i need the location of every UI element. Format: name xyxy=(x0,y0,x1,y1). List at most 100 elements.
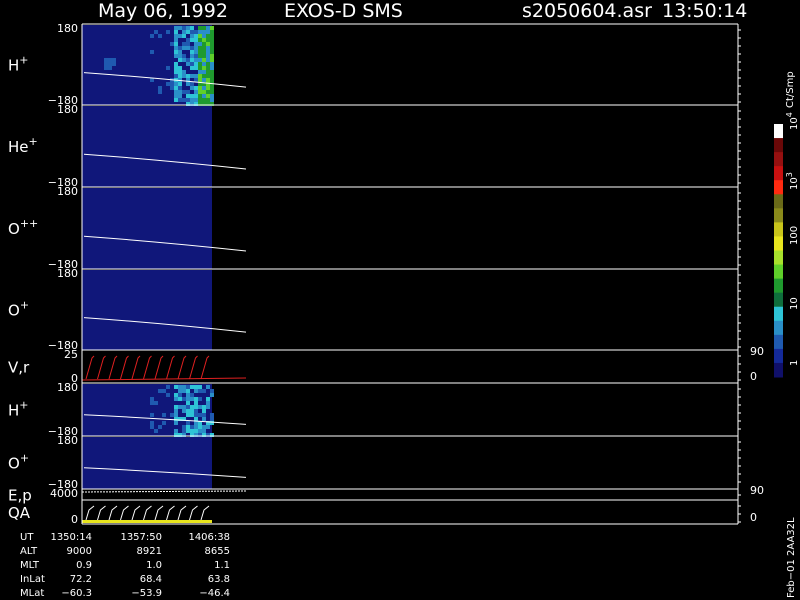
colorbar-swatch xyxy=(774,292,783,308)
spectrogram-pixel xyxy=(174,429,178,433)
panel-label: O++ xyxy=(8,217,38,238)
spectrogram-pixel xyxy=(206,66,210,70)
spectrogram-pixel xyxy=(104,66,108,70)
spectrogram-pixel xyxy=(182,26,186,30)
spectrogram-pixel xyxy=(206,385,210,389)
spectrogram-pixel xyxy=(158,90,162,94)
spectrogram-pixel xyxy=(194,389,198,393)
spectrogram-pixel xyxy=(198,26,202,30)
spectrogram-pixel xyxy=(190,34,194,38)
spectrogram-pixel xyxy=(178,54,182,58)
spectrogram-pixel xyxy=(206,74,210,78)
spectrogram-pixel xyxy=(194,425,198,429)
panel-label: O+ xyxy=(8,452,29,473)
spectrogram-pixel xyxy=(174,46,178,50)
spectrogram-pixel xyxy=(174,66,178,70)
spectrogram-pixel xyxy=(206,86,210,90)
spectrogram-pixel xyxy=(170,82,174,86)
footer-value: 63.8 xyxy=(208,574,230,585)
colorbar-swatch xyxy=(774,180,783,195)
spectrogram-pixel xyxy=(174,30,178,34)
footer-value: −46.4 xyxy=(199,588,230,599)
spectrogram-pixel xyxy=(190,393,194,397)
spectrogram-pixel xyxy=(206,401,210,405)
spectrogram-pixel xyxy=(174,70,178,74)
spectrogram-pixel xyxy=(198,413,202,417)
footer-value: 68.4 xyxy=(140,574,162,585)
spectrogram-pixel xyxy=(174,38,178,42)
spectrogram-pixel xyxy=(194,66,198,70)
colorbar-swatch xyxy=(774,320,783,336)
panel-2: He+180−180 xyxy=(8,103,741,189)
right-tick-top: 90 xyxy=(750,345,764,358)
spectrogram-pixel xyxy=(210,42,214,46)
spectrogram-pixel xyxy=(182,46,186,50)
panel-label: QA xyxy=(8,504,31,522)
spectrogram-pixel xyxy=(186,409,190,413)
spectrogram-pixel xyxy=(154,429,158,433)
spectrogram-pixel xyxy=(202,50,206,54)
spectrogram-pixel xyxy=(182,42,186,46)
spectrogram-pixel xyxy=(162,421,166,425)
panel-label: E,p xyxy=(8,487,32,505)
spectrogram-pixel xyxy=(198,58,202,62)
spectrogram-pixel xyxy=(194,38,198,42)
spectrogram-pixel xyxy=(170,42,174,46)
spectrogram-pixel xyxy=(210,393,214,397)
spectrogram-pixel xyxy=(198,86,202,90)
spectrogram-pixel xyxy=(186,393,190,397)
spectrogram-pixel xyxy=(190,54,194,58)
colorbar-tick: 10 xyxy=(789,297,800,310)
spectrogram-pixel xyxy=(190,82,194,86)
spectrogram-pixel xyxy=(202,98,206,102)
spectrogram-pixel xyxy=(182,429,186,433)
footer-value: 8655 xyxy=(205,546,230,557)
spectrogram-pixel xyxy=(182,90,186,94)
panel-5: V,r250900 xyxy=(8,345,764,385)
spectrogram-pixel xyxy=(194,94,198,98)
right-tick-bottom: 0 xyxy=(750,511,757,524)
y-tick-max: 180 xyxy=(57,267,78,280)
spectrogram-pixel xyxy=(198,74,202,78)
spectrogram-pixel xyxy=(198,50,202,54)
spectrogram-pixel xyxy=(108,62,112,66)
spectrogram-pixel xyxy=(190,46,194,50)
spectrogram-pixel xyxy=(150,34,154,38)
spectrogram-pixel xyxy=(178,46,182,50)
spectrogram-pixel xyxy=(186,425,190,429)
spectrogram-pixel xyxy=(186,82,190,86)
spectrogram-pixel xyxy=(182,58,186,62)
spectrogram-pixel xyxy=(194,405,198,409)
colorbar-swatch xyxy=(774,334,783,350)
spectrogram-pixel xyxy=(104,58,108,62)
colorbar-swatch xyxy=(774,152,783,167)
spectrogram-pixel xyxy=(194,50,198,54)
spectrogram-pixel xyxy=(210,62,214,66)
spectrogram-pixel xyxy=(158,86,162,90)
spectrogram-pixel xyxy=(186,405,190,409)
spectrogram-pixel xyxy=(158,34,162,38)
spectrogram-pixel xyxy=(206,405,210,409)
spectrogram-pixel xyxy=(178,90,182,94)
spectrogram-pixel xyxy=(150,413,154,417)
spectrogram-pixel xyxy=(190,405,194,409)
spectrogram-pixel xyxy=(194,417,198,421)
spectrogram-pixel xyxy=(210,46,214,50)
spectrogram-pixel xyxy=(182,389,186,393)
y-tick-max: 180 xyxy=(57,381,78,394)
spectrogram-pixel xyxy=(186,58,190,62)
colorbar-tick: 1 xyxy=(789,360,800,366)
spectrogram-pixel xyxy=(178,50,182,54)
colorbar-swatch xyxy=(774,194,783,209)
spectrogram-pixel xyxy=(174,54,178,58)
panel-6: H+180−180 xyxy=(8,381,741,438)
spectrogram-pixel xyxy=(202,94,206,98)
spectrogram-pixel xyxy=(202,34,206,38)
spectrogram-pixel xyxy=(186,385,190,389)
spectrogram-pixel xyxy=(190,30,194,34)
spectrogram-background xyxy=(82,106,212,187)
spectrogram-pixel xyxy=(202,62,206,66)
spectrogram-pixel xyxy=(202,38,206,42)
spectrogram-pixel xyxy=(186,46,190,50)
spectrogram-pixel xyxy=(206,94,210,98)
